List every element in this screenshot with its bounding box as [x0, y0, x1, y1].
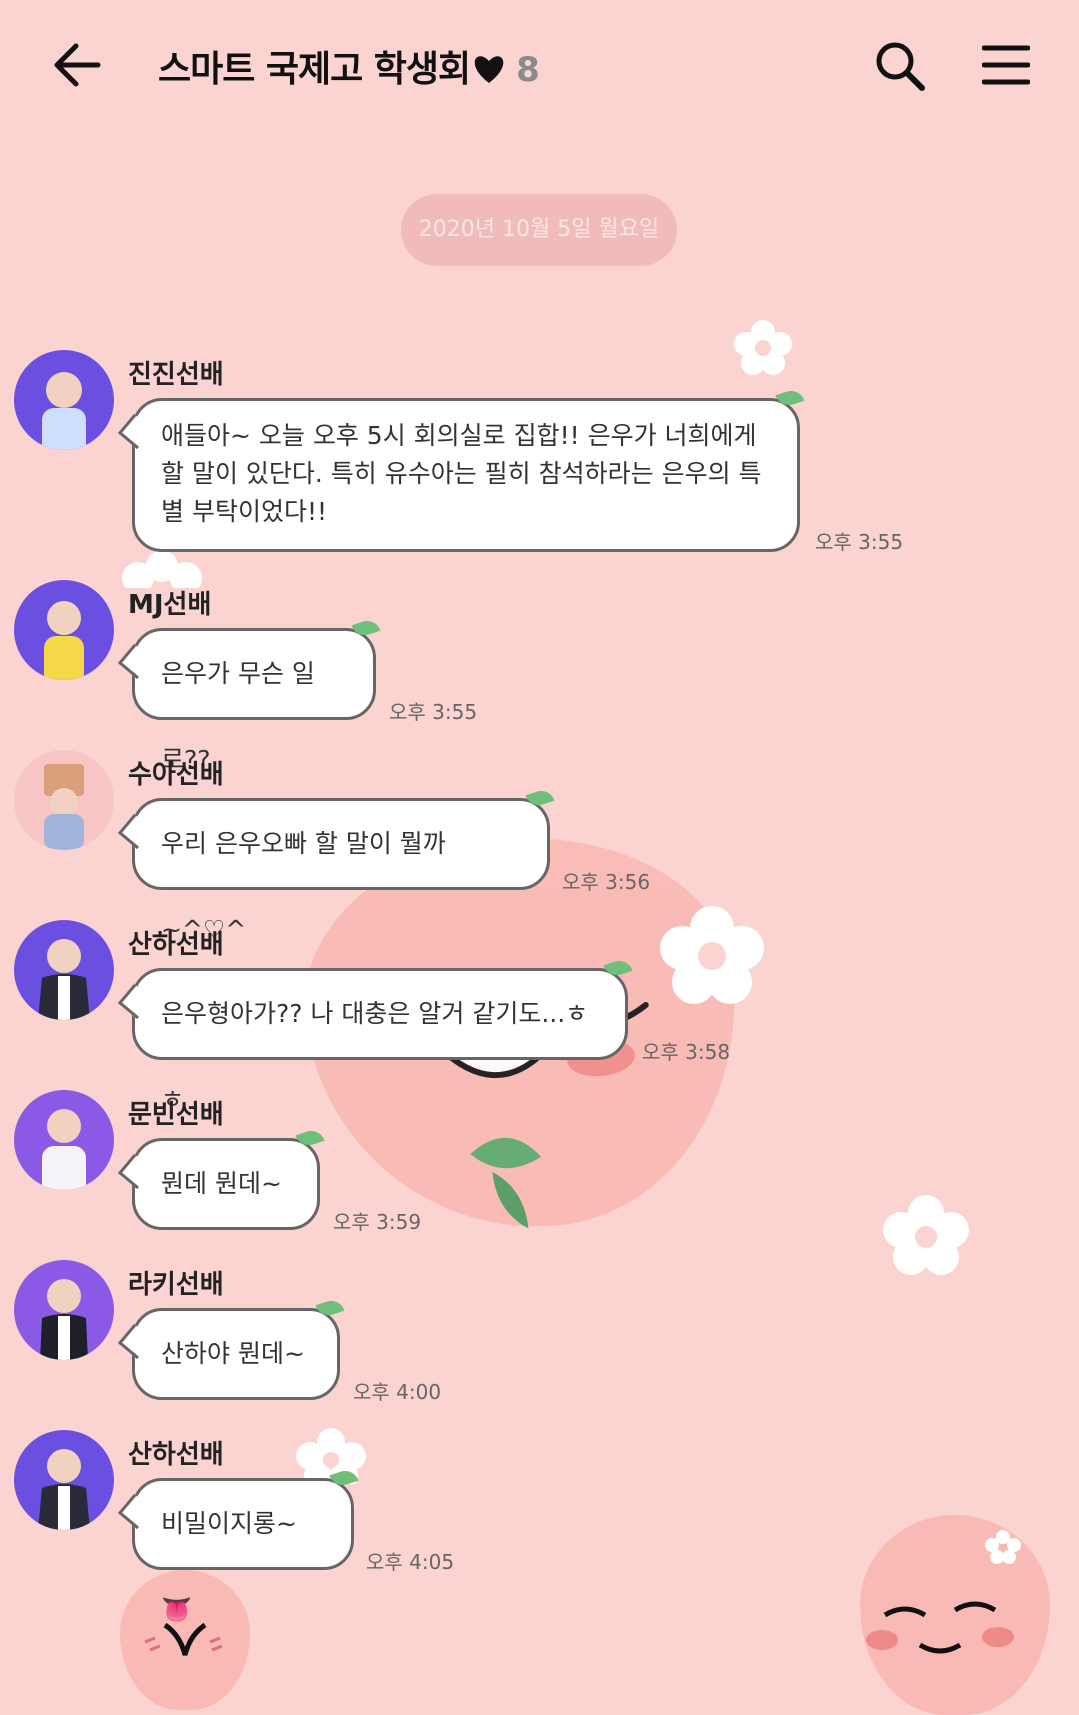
sender-name: 문빈선배 — [128, 1100, 224, 1130]
bubble-tail — [117, 813, 154, 850]
heart-icon — [474, 56, 504, 83]
leaf-icon — [525, 787, 555, 809]
leaf-icon — [351, 617, 381, 639]
message-bubble[interactable]: 애들아~ 오늘 오후 5시 회의실로 집합!! 은우가 너희에게 할 말이 있단… — [117, 387, 805, 552]
message-text: 산하야 뭔데~ — [161, 1339, 305, 1368]
sender-name: 산하선배 — [128, 1440, 224, 1470]
avatar[interactable] — [14, 580, 114, 680]
chat-header: 스마트 국제고 학생회 8 — [0, 0, 1079, 130]
message-bubble[interactable]: 은우가 무슨 일로?? — [117, 617, 381, 774]
avatar[interactable] — [14, 350, 114, 450]
back-arrow-icon[interactable] — [52, 42, 102, 88]
bubble-tail — [117, 413, 154, 450]
avatar[interactable] — [14, 750, 114, 850]
sender-name: 산하선배 — [128, 930, 224, 960]
flower-decoration — [122, 550, 202, 588]
avatar[interactable] — [14, 1430, 114, 1530]
flower-decoration — [660, 906, 764, 1004]
message-bubble[interactable]: 산하야 뭔데~ — [117, 1297, 345, 1400]
avatar[interactable] — [14, 1090, 114, 1190]
bubble-tail — [117, 1153, 154, 1190]
chat-room-title: 스마트 국제고 학생회 8 — [158, 40, 540, 92]
message-time: 오후 3:55 — [815, 530, 904, 554]
avatar[interactable] — [14, 1260, 114, 1360]
message-time: 오후 3:58 — [642, 1040, 731, 1064]
bubble-tail — [117, 1493, 154, 1530]
sender-name: 수아선배 — [128, 760, 224, 790]
peach-character-decoration — [860, 1515, 1050, 1715]
bubble-tail — [117, 983, 154, 1020]
leaf-icon — [775, 387, 805, 409]
message-time: 오후 3:59 — [333, 1210, 422, 1234]
menu-icon[interactable] — [982, 44, 1030, 86]
member-count: 8 — [516, 50, 540, 90]
message-time: 오후 3:56 — [562, 870, 651, 894]
message-time: 오후 3:55 — [389, 700, 478, 724]
message-time: 오후 4:00 — [353, 1380, 442, 1404]
avatar[interactable] — [14, 920, 114, 1020]
sender-name: 진진선배 — [128, 360, 224, 390]
message-bubble[interactable]: 비밀이지롱~👅 — [117, 1467, 359, 1624]
message-bubble[interactable]: 뭔데 뭔데~ — [117, 1127, 325, 1230]
bubble-tail — [117, 1323, 154, 1360]
message-text: 뭔데 뭔데~ — [161, 1169, 282, 1198]
message-bubble[interactable]: 은우형아가?? 나 대충은 알거 같기도...ㅎㅎ — [117, 957, 633, 1114]
leaf-icon — [315, 1297, 345, 1319]
message-time: 오후 4:05 — [366, 1550, 455, 1574]
flower-decoration — [734, 320, 792, 375]
search-icon[interactable] — [874, 40, 926, 92]
date-divider: 2020년 10월 5일 월요일 — [401, 194, 677, 266]
sender-name: MJ선배 — [128, 590, 212, 620]
flower-decoration — [985, 1530, 1021, 1564]
chat-room-name: 스마트 국제고 학생회 — [158, 49, 471, 90]
flower-decoration — [883, 1195, 969, 1275]
bubble-tail — [117, 643, 154, 680]
message-bubble[interactable]: 우리 은우오빠 할 말이 뭘까~^♡^ — [117, 787, 555, 944]
message-text: 애들아~ 오늘 오후 5시 회의실로 집합!! 은우가 너희에게 할 말이 있단… — [161, 421, 762, 526]
sender-name: 라키선배 — [128, 1270, 224, 1300]
